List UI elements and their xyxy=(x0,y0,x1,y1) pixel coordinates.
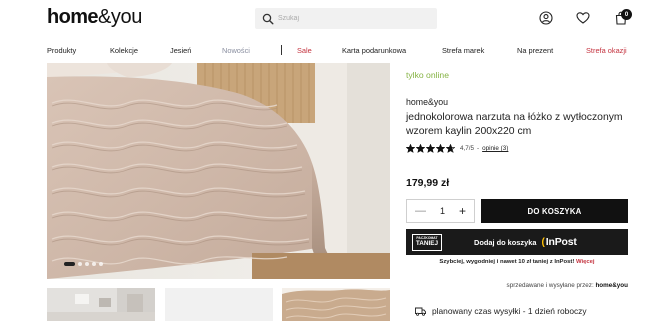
star-icon xyxy=(406,144,415,153)
nav-item-jesien[interactable]: Jesień xyxy=(170,46,191,55)
slide-indicator-active[interactable] xyxy=(64,262,75,266)
search-bar[interactable] xyxy=(255,8,437,29)
quantity-stepper: — 1 + xyxy=(406,199,475,223)
product-brand[interactable]: home&you xyxy=(406,97,448,107)
slide-indicator[interactable] xyxy=(92,262,96,266)
product-rating: 4,7/5 - opinie (3) xyxy=(406,144,508,153)
paczkomat-taniej-badge: PACZKOMAT TANIEJ xyxy=(412,233,442,251)
seller-prefix: sprzedawane i wysyłane przez: xyxy=(506,282,594,289)
add-to-cart-button[interactable]: DO KOSZYKA xyxy=(481,199,628,223)
nav-item-na-prezent[interactable]: Na prezent xyxy=(517,46,553,55)
seller-name[interactable]: home&you xyxy=(595,282,628,289)
quantity-increase-button[interactable]: + xyxy=(459,205,466,217)
quantity-value[interactable]: 1 xyxy=(440,206,445,216)
inpost-add-to-cart-banner[interactable]: PACZKOMAT TANIEJ Dodaj do koszyka ( InPo… xyxy=(406,229,628,255)
star-icon xyxy=(436,144,445,153)
inpost-promo-text: Szybciej, wygodniej i nawet 10 zł taniej… xyxy=(406,259,628,265)
product-main-image[interactable] xyxy=(47,63,390,279)
seller-info: sprzedawane i wysyłane przez: home&you xyxy=(406,282,628,289)
nav-divider xyxy=(281,45,282,55)
delivery-truck-icon xyxy=(415,307,426,316)
rating-separator: - xyxy=(477,145,480,152)
nav-item-produkty[interactable]: Produkty xyxy=(47,46,76,55)
star-icon xyxy=(446,144,455,153)
star-icon xyxy=(416,144,425,153)
bedspread-photo xyxy=(47,63,390,279)
nav-item-sale[interactable]: Sale xyxy=(297,46,312,55)
cart-count-badge: 0 xyxy=(621,9,632,20)
logo-text-light: &you xyxy=(97,6,142,28)
availability-label: tylko online xyxy=(406,70,449,80)
shipping-info: planowany czas wysyłki - 1 dzień roboczy xyxy=(415,306,587,316)
thumbnail-texture-image xyxy=(282,288,390,321)
inpost-bracket-icon: ( xyxy=(541,236,545,248)
gallery-slide-indicators xyxy=(64,262,103,266)
inpost-message: Dodaj do koszyka xyxy=(474,237,537,247)
inpost-more-link[interactable]: Więcej xyxy=(576,259,595,265)
wishlist-heart-icon[interactable] xyxy=(576,11,590,25)
thumbnail-bedroom-image xyxy=(47,288,155,321)
product-title: jednokolorowa narzuta na łóżko z wytłocz… xyxy=(406,112,623,137)
nav-item-nowosci[interactable]: Nowości xyxy=(222,46,250,55)
rating-score: 4,7/5 xyxy=(460,145,475,152)
product-price: 179,99 zł xyxy=(406,177,450,189)
inpost-promo-message: Szybciej, wygodniej i nawet 10 zł taniej… xyxy=(439,259,575,265)
slide-indicator[interactable] xyxy=(85,262,89,266)
nav-item-strefa-marek[interactable]: Strefa marek xyxy=(442,46,484,55)
account-icon[interactable] xyxy=(539,11,553,25)
search-icon xyxy=(262,13,274,25)
reviews-link[interactable]: opinie (3) xyxy=(482,145,508,152)
slide-indicator[interactable] xyxy=(78,262,82,266)
badge-bottom-text: TANIEJ xyxy=(415,240,439,247)
search-input[interactable] xyxy=(278,15,428,22)
nav-item-kolekcje[interactable]: Kolekcje xyxy=(110,46,138,55)
gallery-thumbnail-2[interactable] xyxy=(165,288,273,321)
gallery-thumbnail-1[interactable] xyxy=(47,288,155,321)
quantity-decrease-button[interactable]: — xyxy=(415,205,426,217)
inpost-logo: ( InPost xyxy=(541,236,576,248)
nav-item-strefa-okazji[interactable]: Strefa okazji xyxy=(586,46,627,55)
star-icon xyxy=(426,144,435,153)
gallery-thumbnail-3[interactable] xyxy=(282,288,390,321)
logo[interactable]: home &you xyxy=(47,6,142,30)
main-navigation: Produkty Kolekcje Jesień Nowości Sale Ka… xyxy=(0,44,664,58)
shipping-text: planowany czas wysyłki - 1 dzień roboczy xyxy=(432,306,587,316)
slide-indicator[interactable] xyxy=(99,262,103,266)
nav-item-karta-podarunkowa[interactable]: Karta podarunkowa xyxy=(342,46,406,55)
thumbnail-plain-image xyxy=(165,288,273,321)
inpost-logo-text: InPost xyxy=(545,236,577,248)
rating-stars xyxy=(406,144,455,153)
logo-text-bold: home xyxy=(47,6,99,28)
